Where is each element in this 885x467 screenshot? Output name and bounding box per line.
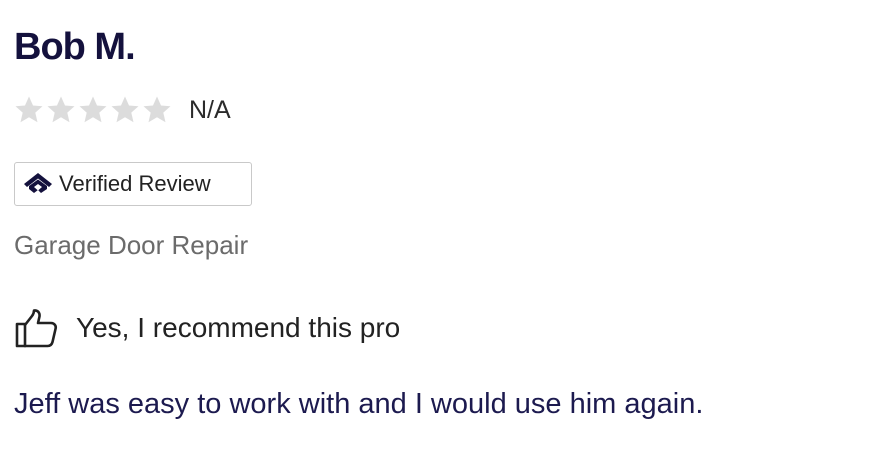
star-icon <box>15 96 43 123</box>
star-icon <box>47 96 75 123</box>
recommendation-row: Yes, I recommend this pro <box>14 308 400 348</box>
recommendation-text: Yes, I recommend this pro <box>76 312 401 343</box>
review-card: Bob M. N/A Verified Review Garage Door R… <box>14 0 874 467</box>
thumbs-up-icon <box>15 309 58 348</box>
star-rating <box>14 95 172 125</box>
star-icon <box>143 96 171 123</box>
service-name: Garage Door Repair <box>14 230 249 260</box>
verified-review-label: Verified Review <box>59 171 211 196</box>
star-icon <box>111 96 139 123</box>
rating-value: N/A <box>189 95 231 124</box>
house-icon <box>24 173 52 193</box>
reviewer-name: Bob M. <box>14 26 136 68</box>
review-text: Jeff was easy to work with and I would u… <box>14 388 704 420</box>
verified-review-badge: Verified Review <box>14 162 252 206</box>
star-icon <box>79 96 107 123</box>
rating-row: N/A <box>14 94 231 126</box>
